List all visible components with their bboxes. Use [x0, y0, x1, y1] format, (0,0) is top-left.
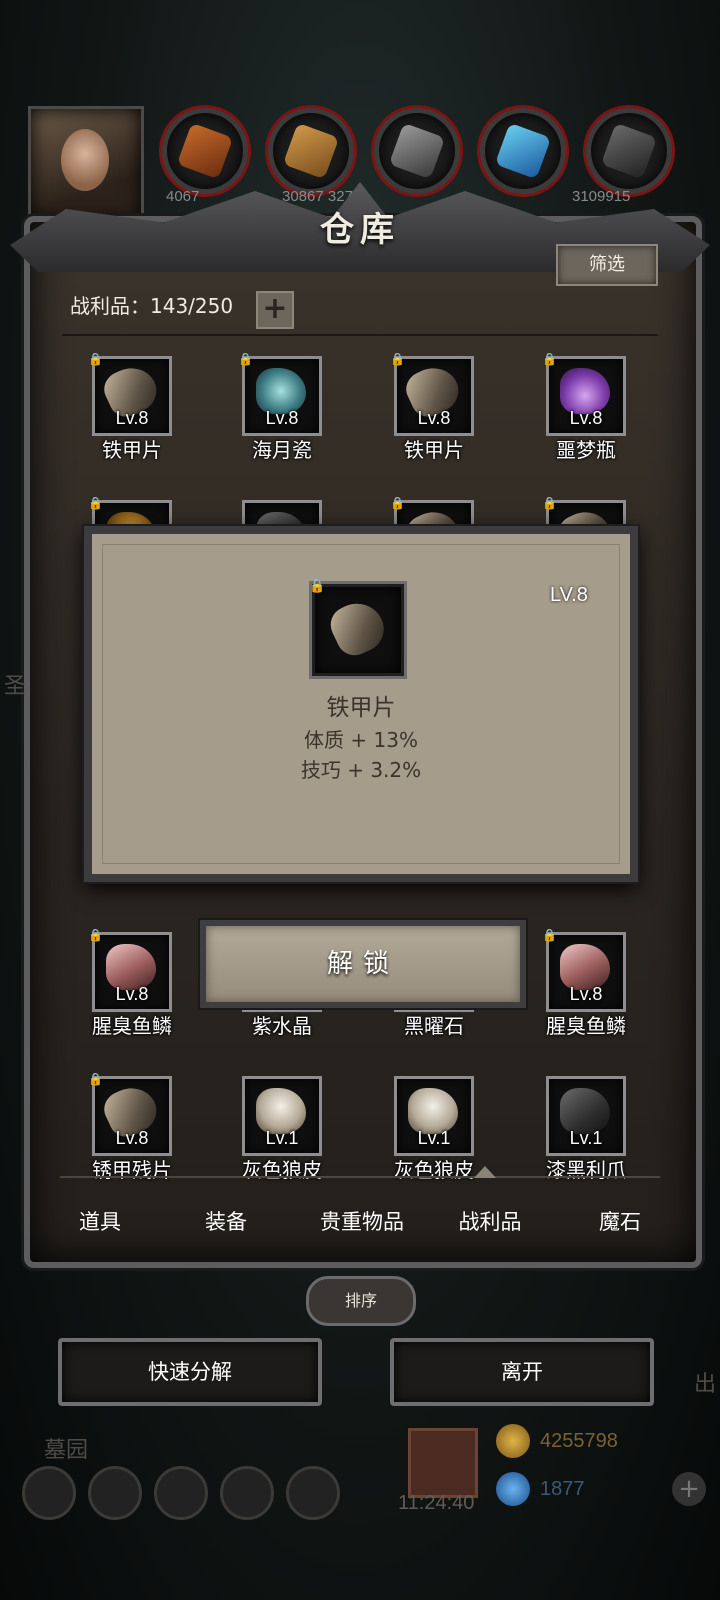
- item-name: 噩梦瓶: [556, 438, 616, 462]
- item-slot[interactable]: 🔒 Lv.8 噩梦瓶: [542, 352, 626, 462]
- leave-button[interactable]: 离开: [390, 1338, 654, 1406]
- item-slot[interactable]: 🔒 Lv.8 腥臭鱼鳞: [542, 928, 626, 1038]
- resource-plank-icon[interactable]: [268, 108, 354, 194]
- item-name: 紫水晶: [252, 1014, 312, 1038]
- lock-icon: 🔒: [390, 496, 405, 510]
- item-slot[interactable]: 🔒 Lv.8 铁甲片: [390, 352, 474, 462]
- item-level: Lv.8: [417, 408, 451, 428]
- item-name: 腥臭鱼鳞: [92, 1014, 172, 1038]
- resource-iron-icon[interactable]: [374, 108, 460, 194]
- tab-items[interactable]: 道具: [40, 1206, 160, 1236]
- lock-icon: 🔒: [309, 579, 326, 594]
- filter-button[interactable]: 筛选: [556, 244, 658, 286]
- tab-loot[interactable]: 战利品: [430, 1206, 550, 1236]
- item-name: 铁甲片: [102, 438, 162, 462]
- resource-crystal-icon[interactable]: [480, 108, 566, 194]
- lock-icon: 🔒: [238, 352, 253, 366]
- add-gems-button[interactable]: +: [672, 1472, 706, 1506]
- item-level: Lv.1: [417, 1128, 451, 1148]
- menu-map-icon[interactable]: [286, 1466, 340, 1520]
- lock-icon: 🔒: [88, 352, 103, 366]
- tooltip-stat-2: 技巧 + 3.2%: [300, 758, 422, 782]
- item-level: Lv.8: [265, 408, 299, 428]
- tooltip-level: LV.8: [550, 584, 588, 606]
- menu-book-icon[interactable]: [154, 1466, 208, 1520]
- item-slot[interactable]: Lv.1 灰色狼皮: [394, 1076, 474, 1182]
- tab-divider: [60, 1176, 660, 1178]
- item-slot[interactable]: Lv.1 漆黑利爪: [546, 1076, 626, 1182]
- iron-plate-icon: [324, 594, 392, 662]
- unlock-button[interactable]: 解锁: [200, 920, 526, 1008]
- lock-icon: 🔒: [542, 928, 557, 942]
- lock-icon: 🔒: [542, 496, 557, 510]
- menu-star-icon[interactable]: [88, 1466, 142, 1520]
- item-name: 锈甲残片: [92, 1158, 172, 1182]
- loot-count-label: 战利品：143/250: [70, 294, 234, 318]
- gem-icon: [496, 1472, 530, 1506]
- item-slot[interactable]: 🔒 Lv.8 铁甲片: [88, 352, 172, 462]
- item-level: Lv.8: [115, 408, 149, 428]
- tab-magic-stone[interactable]: 魔石: [560, 1206, 680, 1236]
- gold-amount: 4255798: [540, 1430, 618, 1452]
- tab-equipment[interactable]: 装备: [166, 1206, 286, 1236]
- tab-valuables[interactable]: 贵重物品: [292, 1206, 432, 1236]
- lock-icon: 🔒: [88, 1072, 103, 1086]
- lock-icon: 🔒: [542, 352, 557, 366]
- item-slot[interactable]: Lv.1 灰色狼皮: [242, 1076, 322, 1182]
- item-name: 铁甲片: [404, 438, 464, 462]
- item-name: 黑曜石: [404, 1014, 464, 1038]
- clock-display: 11:24:40: [398, 1492, 475, 1514]
- item-level: Lv.1: [569, 1128, 603, 1148]
- item-name: 海月瓷: [252, 438, 312, 462]
- resource-ingot-icon[interactable]: [586, 108, 672, 194]
- header-divider: [62, 334, 658, 336]
- item-slot[interactable]: 🔒 Lv.8 腥臭鱼鳞: [88, 928, 172, 1038]
- zone-name: 墓园: [44, 1438, 89, 1463]
- item-name: 漆黑利爪: [546, 1158, 626, 1182]
- expand-capacity-button[interactable]: +: [256, 291, 294, 329]
- item-name: 灰色狼皮: [242, 1158, 322, 1182]
- menu-gear-icon[interactable]: [22, 1466, 76, 1520]
- side-char-left: 圣: [4, 674, 27, 699]
- tooltip-item-slot: 🔒: [309, 579, 404, 676]
- gold-coin-icon: [496, 1424, 530, 1458]
- resource-wood-icon[interactable]: [162, 108, 248, 194]
- lock-icon: 🔒: [88, 928, 103, 942]
- lock-icon: 🔒: [390, 352, 405, 366]
- sort-button[interactable]: 排序: [306, 1276, 416, 1326]
- item-level: Lv.8: [569, 408, 603, 428]
- item-level: Lv.1: [265, 1128, 299, 1148]
- lock-icon: 🔒: [88, 496, 103, 510]
- avatar-face: [61, 129, 109, 191]
- item-level: Lv.8: [569, 984, 603, 1004]
- gift-box-icon[interactable]: [408, 1428, 478, 1498]
- tooltip-item-name: 铁甲片: [326, 695, 396, 721]
- item-level: Lv.8: [115, 984, 149, 1004]
- menu-mail-icon[interactable]: [220, 1466, 274, 1520]
- item-name: 腥臭鱼鳞: [546, 1014, 626, 1038]
- quick-decompose-button[interactable]: 快速分解: [58, 1338, 322, 1406]
- tooltip-stat-1: 体质 + 13%: [304, 728, 418, 752]
- side-char-right: 出: [694, 1372, 717, 1397]
- gem-amount: 1877: [540, 1478, 585, 1500]
- item-slot[interactable]: 🔒 Lv.8 海月瓷: [238, 352, 322, 462]
- item-slot[interactable]: 🔒 Lv.8 锈甲残片: [88, 1072, 172, 1182]
- item-level: Lv.8: [115, 1128, 149, 1148]
